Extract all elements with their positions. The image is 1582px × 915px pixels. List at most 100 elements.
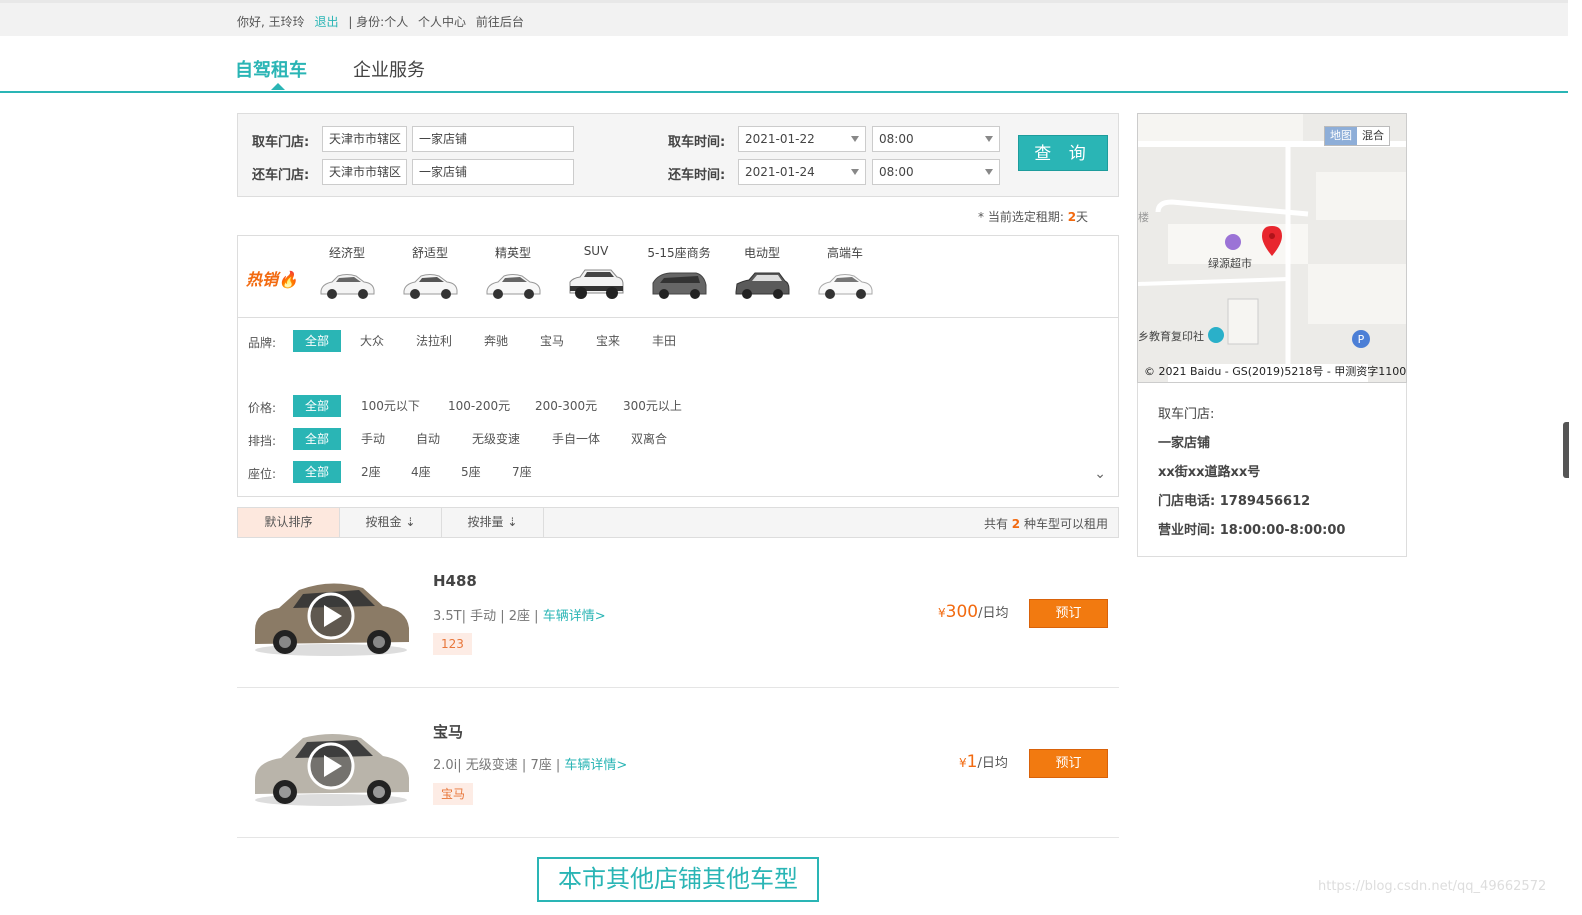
sort-default-button[interactable]: 默认排序 xyxy=(238,508,340,537)
store-name: 一家店铺 xyxy=(1158,436,1211,451)
filter-option[interactable]: 全部 xyxy=(293,461,341,483)
filter-option[interactable]: 200-300元 xyxy=(535,395,597,417)
return-store-select[interactable]: 一家店铺 xyxy=(412,159,574,185)
filter-option[interactable]: 2座 xyxy=(361,461,381,483)
category-name: 精英型 xyxy=(494,246,531,260)
hot-sale-badge: 热销🔥 xyxy=(246,266,298,290)
filter-label: 座位: xyxy=(248,467,277,481)
store-phone: 门店电话: 1789456612 xyxy=(1158,494,1311,509)
sort-by-displacement-button[interactable]: 按排量 ⇣ xyxy=(442,508,544,537)
category-name: 高端车 xyxy=(826,246,863,260)
filter-option[interactable]: 大众 xyxy=(360,330,384,352)
price-value: 300 xyxy=(945,602,979,622)
filter-option[interactable]: 无级变速 xyxy=(472,428,520,450)
category-business[interactable]: 5-15座商务 xyxy=(642,244,716,301)
filter-option[interactable]: 法拉利 xyxy=(416,330,452,352)
tab-enterprise[interactable]: 企业服务 xyxy=(353,56,425,82)
filter-option[interactable]: 4座 xyxy=(411,461,431,483)
suv-icon xyxy=(569,269,624,299)
store-info-panel: 取车门店: 一家店铺 xx街xx道路xx号 门店电话: 1789456612 营… xyxy=(1137,383,1407,557)
hot-sale-label: 热销 xyxy=(246,270,279,289)
pickup-date-select[interactable]: 2021-01-22 xyxy=(738,126,866,152)
car-title: H488 xyxy=(433,572,477,590)
filter-label: 排挡: xyxy=(248,434,277,448)
query-button[interactable]: 查 询 xyxy=(1018,135,1108,171)
filter-option[interactable]: 5座 xyxy=(461,461,481,483)
logout-link[interactable]: 退出 xyxy=(314,15,338,29)
filter-option[interactable]: 宝来 xyxy=(596,330,620,352)
return-date-select[interactable]: 2021-01-24 xyxy=(738,159,866,185)
identity-text: | 身份:个人 xyxy=(348,15,409,29)
store-hours: 营业时间: 18:00:00-8:00:00 xyxy=(1158,523,1346,538)
expand-chevron-icon[interactable]: ⌄ xyxy=(1094,466,1106,482)
mixed-mode-button[interactable]: 混合 xyxy=(1357,127,1389,145)
currency-symbol: ¥ xyxy=(938,606,946,620)
car-specs: 2.0i| 无级变速 | 7座 | 车辆详情> xyxy=(433,754,627,773)
pickup-store-select[interactable]: 一家店铺 xyxy=(412,126,574,152)
top-bar: 你好, 王玲玲 退出 | 身份:个人 个人中心 前往后台 xyxy=(0,0,1568,36)
period-prefix: * 当前选定租期: xyxy=(978,210,1064,224)
filter-option[interactable]: 自动 xyxy=(416,428,440,450)
filter-option[interactable]: 丰田 xyxy=(652,330,676,352)
filter-option[interactable]: 宝马 xyxy=(540,330,564,352)
filter-option[interactable]: 全部 xyxy=(293,395,341,417)
return-city-select[interactable]: 天津市市辖区 xyxy=(322,159,407,185)
filter-option[interactable]: 100元以下 xyxy=(361,395,420,417)
car-tag: 123 xyxy=(433,633,472,655)
sort-by-rent-button[interactable]: 按租金 ⇣ xyxy=(340,508,442,537)
filter-option[interactable]: 双离合 xyxy=(631,428,667,450)
return-store-label: 还车门店: xyxy=(252,168,310,183)
side-scroll-tab[interactable] xyxy=(1563,422,1569,478)
filter-option[interactable]: 全部 xyxy=(293,428,341,450)
car-detail-link[interactable]: 车辆详情> xyxy=(564,758,627,773)
pickup-hour-select[interactable]: 08:00 xyxy=(872,126,1000,152)
car-detail-link[interactable]: 车辆详情> xyxy=(543,609,606,624)
store-map[interactable]: P 地图 混合 绿源超市 乡教育复印社 楼 © 2021 Baidu - GS(… xyxy=(1137,113,1407,383)
category-name: 经济型 xyxy=(328,246,365,260)
rental-period: * 当前选定租期: 2天 xyxy=(978,208,1088,225)
car-title: 宝马 xyxy=(433,723,464,741)
poi-label: 楼 xyxy=(1138,211,1149,224)
pickup-time-label: 取车时间: xyxy=(668,135,726,150)
filter-option[interactable]: 全部 xyxy=(293,330,341,352)
poi-label: 绿源超市 xyxy=(1208,257,1252,270)
arrow-down-icon: ⇣ xyxy=(507,515,518,529)
book-button[interactable]: 预订 xyxy=(1029,749,1108,778)
pickup-city-select[interactable]: 天津市市辖区 xyxy=(322,126,407,152)
other-stores-button[interactable]: 本市其他店铺其他车型 xyxy=(537,857,819,902)
map-type-toggle[interactable]: 地图 混合 xyxy=(1324,126,1390,146)
category-elite[interactable]: 精英型 xyxy=(476,244,550,301)
active-tab-caret xyxy=(271,83,285,90)
category-luxury[interactable]: 高端车 xyxy=(808,244,882,301)
price-unit: /日均 xyxy=(977,756,1008,771)
personal-center-link[interactable]: 个人中心 xyxy=(418,15,466,29)
filter-option[interactable]: 手动 xyxy=(361,428,385,450)
filter-panel: 品牌: 全部 大众 法拉利 奔驰 宝马 宝来 丰田 价格: 全部 100元以下 … xyxy=(237,318,1119,497)
filter-option[interactable]: 7座 xyxy=(512,461,532,483)
map-copyright: © 2021 Baidu - GS(2019)5218号 - 甲测资字11009 xyxy=(1144,365,1407,378)
sedan-white-icon xyxy=(818,274,873,299)
filter-option[interactable]: 奔驰 xyxy=(484,330,508,352)
backend-link[interactable]: 前往后台 xyxy=(476,15,524,29)
category-economy[interactable]: 经济型 xyxy=(310,244,384,301)
total-suffix: 种车型可以租用 xyxy=(1023,517,1108,531)
watermark: https://blog.csdn.net/qq_49662572 xyxy=(1318,879,1547,894)
category-suv[interactable]: SUV xyxy=(559,244,633,300)
category-electric[interactable]: 电动型 xyxy=(725,244,799,301)
category-strip: 热销🔥 经济型 舒适型 精英型 SUV 5-15座商务 电动型 高端车 xyxy=(237,235,1119,318)
car-video-thumbnail[interactable] xyxy=(251,704,411,814)
filter-label: 品牌: xyxy=(248,336,277,350)
car-video-thumbnail[interactable] xyxy=(251,554,411,664)
filter-option[interactable]: 300元以上 xyxy=(623,395,682,417)
return-hour-select[interactable]: 08:00 xyxy=(872,159,1000,185)
filter-option[interactable]: 手自一体 xyxy=(552,428,600,450)
tab-self-drive[interactable]: 自驾租车 xyxy=(235,56,307,82)
currency-symbol: ¥ xyxy=(959,756,967,770)
category-comfort[interactable]: 舒适型 xyxy=(393,244,467,301)
flame-icon: 🔥 xyxy=(278,270,298,289)
category-name: 电动型 xyxy=(743,246,780,260)
filter-option[interactable]: 100-200元 xyxy=(448,395,510,417)
map-mode-button[interactable]: 地图 xyxy=(1325,127,1357,145)
book-button[interactable]: 预订 xyxy=(1029,599,1108,628)
sort-by-rent-label: 按租金 xyxy=(365,515,402,529)
